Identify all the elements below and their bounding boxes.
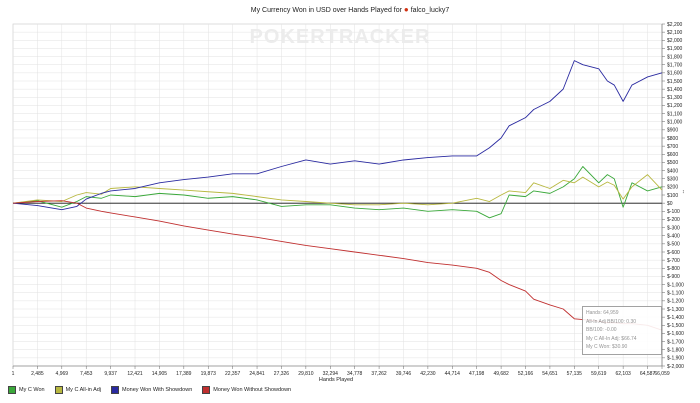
y-tick-label: $1,300 bbox=[667, 95, 683, 101]
legend-label: My C All-in Adj bbox=[65, 387, 102, 393]
y-tick-label: $-100 bbox=[667, 209, 680, 215]
y-tick-label: $2,000 bbox=[667, 38, 683, 44]
y-tick-label: $-1,700 bbox=[667, 339, 684, 345]
x-tick-label: 1 bbox=[12, 371, 15, 377]
y-tick-label: $-800 bbox=[667, 266, 680, 272]
legend-swatch bbox=[54, 386, 63, 394]
x-tick-label: 27,326 bbox=[274, 371, 290, 377]
y-tick-label: $0 bbox=[667, 201, 673, 207]
tooltip-allin-adj: My C All-In Adj: $66.74 bbox=[586, 335, 637, 342]
y-tick-label: $-1,600 bbox=[667, 331, 684, 337]
x-tick-label: 29,810 bbox=[298, 371, 314, 377]
y-tick-label: $-400 bbox=[667, 234, 680, 240]
y-tick-label: $2,200 bbox=[667, 22, 683, 28]
x-tick-label: 52,166 bbox=[518, 371, 534, 377]
series-line-money-won-with-showdown bbox=[12, 60, 663, 211]
tooltip-allin-adj-bb: All-In Adj BB/100: 0.30 bbox=[586, 318, 637, 325]
y-tick-label: $1,200 bbox=[667, 103, 683, 109]
y-tick-label: $-900 bbox=[667, 274, 680, 280]
x-tick-label: 64,587 bbox=[640, 371, 656, 377]
y-tick-label: $600 bbox=[667, 152, 678, 158]
x-tick-label: 19,873 bbox=[201, 371, 217, 377]
series-line-money-won-without-showdown bbox=[12, 200, 663, 331]
watermark: POKERTRACKER bbox=[250, 26, 431, 48]
y-tick-label: $1,700 bbox=[667, 63, 683, 69]
series-line-my-c-all-in-adj bbox=[12, 174, 663, 206]
legend-label: My C Won bbox=[19, 387, 45, 393]
x-tick-label: 7,453 bbox=[80, 371, 93, 377]
y-axis-marker: ↕ bbox=[682, 189, 685, 195]
y-tick-label: $-1,100 bbox=[667, 291, 684, 297]
y-tick-label: $-1,200 bbox=[667, 299, 684, 305]
legend-label: Money Won With Showdown bbox=[122, 387, 193, 393]
y-tick-label: $100 bbox=[667, 193, 678, 199]
x-tick-label: 9,937 bbox=[104, 371, 117, 377]
y-tick-label: $1,000 bbox=[667, 120, 683, 126]
legend-item: Money Won Without Showdown bbox=[202, 386, 291, 394]
legend-item: Money Won With Showdown bbox=[111, 386, 192, 394]
y-tick-label: $-700 bbox=[667, 258, 680, 264]
x-axis-label: Hands Played bbox=[319, 377, 353, 383]
x-tick-label: 37,262 bbox=[371, 371, 387, 377]
y-tick-label: $-300 bbox=[667, 225, 680, 231]
x-tick-label: 22,357 bbox=[225, 371, 241, 377]
series-layer bbox=[12, 60, 663, 331]
y-tick-label: $900 bbox=[667, 128, 678, 134]
tooltip-c-won: My C Won: $30.90 bbox=[586, 344, 628, 350]
y-tick-label: $200 bbox=[667, 185, 678, 191]
y-tick-label: $1,600 bbox=[667, 71, 683, 77]
y-tick-label: $800 bbox=[667, 136, 678, 142]
x-tick-label: 42,230 bbox=[420, 371, 436, 377]
y-tick-label: $-1,800 bbox=[667, 348, 684, 354]
legend-item: My C All-in Adj bbox=[54, 386, 102, 394]
x-tick-label: 39,746 bbox=[396, 371, 412, 377]
y-tick-label: $-500 bbox=[667, 242, 680, 248]
x-tick-label: 14,905 bbox=[152, 371, 168, 377]
x-tick-label: 47,198 bbox=[469, 371, 485, 377]
legend-item: My C Won bbox=[8, 386, 45, 394]
y-tick-label: $500 bbox=[667, 160, 678, 166]
y-tick-label: $300 bbox=[667, 177, 678, 183]
x-tick-label: 17,389 bbox=[176, 371, 192, 377]
legend-swatch bbox=[202, 386, 211, 394]
y-tick-label: $-1,300 bbox=[667, 307, 684, 313]
x-tick-label: 4,969 bbox=[56, 371, 69, 377]
tooltip-bb100: BB/100: -0.00 bbox=[586, 327, 617, 333]
y-tick-label: $1,400 bbox=[667, 87, 683, 93]
y-tick-label: $1,800 bbox=[667, 54, 683, 60]
x-tick-label: 59,619 bbox=[591, 371, 607, 377]
y-tick-label: $700 bbox=[667, 144, 678, 150]
y-tick-label: $2,100 bbox=[667, 30, 683, 36]
y-axis: $2,200 $2,100 $2,000 $1,900 $1,800 $1,700 $1,6… bbox=[661, 22, 684, 370]
y-tick-label: $-1,900 bbox=[667, 356, 684, 362]
series-line-my-c-won bbox=[12, 166, 663, 219]
y-tick-label: $-2,000 bbox=[667, 364, 684, 370]
x-tick-label: 66,059 bbox=[654, 371, 670, 377]
y-tick-label: $400 bbox=[667, 168, 678, 174]
x-tick-label: 54,651 bbox=[542, 371, 558, 377]
y-tick-label: $1,100 bbox=[667, 111, 683, 117]
legend-label: Money Won Without Showdown bbox=[213, 387, 292, 393]
y-tick-label: $-1,000 bbox=[667, 282, 684, 288]
hover-tooltip: Hands: 64,959 All-In Adj BB/100: 0.30 BB… bbox=[582, 306, 662, 355]
legend: My C Won My C All-in Adj Money Won With Sh… bbox=[8, 386, 291, 394]
legend-swatch bbox=[8, 386, 16, 394]
x-tick-label: 24,841 bbox=[249, 371, 265, 377]
y-tick-label: $1,500 bbox=[667, 79, 683, 85]
y-tick-label: $-200 bbox=[667, 217, 680, 223]
x-tick-label: 49,682 bbox=[493, 371, 509, 377]
x-tick-label: 2,485 bbox=[31, 371, 44, 377]
legend-swatch bbox=[111, 386, 120, 394]
y-tick-label: $1,900 bbox=[667, 46, 683, 52]
y-tick-label: $-1,400 bbox=[667, 315, 684, 321]
x-tick-label: 44,714 bbox=[445, 371, 461, 377]
tooltip-hands: Hands: 64,959 bbox=[586, 310, 619, 316]
x-tick-label: 62,103 bbox=[615, 371, 631, 377]
x-axis: 1 2,485 4,969 7,453 9,937 12,421 14,905 17,389 1… bbox=[12, 365, 670, 377]
x-tick-label: 57,135 bbox=[567, 371, 583, 377]
y-tick-label: $-600 bbox=[667, 250, 680, 256]
x-tick-label: 12,421 bbox=[127, 371, 143, 377]
y-tick-label: $-1,500 bbox=[667, 323, 684, 329]
